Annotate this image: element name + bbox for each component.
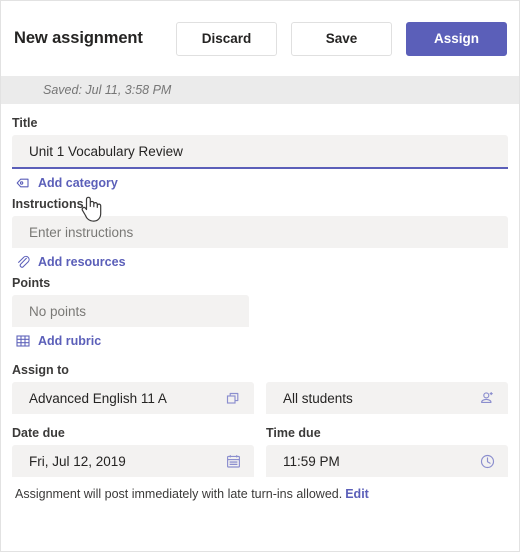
date-due-value: Fri, Jul 12, 2019 — [29, 453, 126, 469]
instructions-input[interactable]: Enter instructions — [12, 216, 508, 248]
title-input-value: Unit 1 Vocabulary Review — [29, 143, 183, 159]
add-rubric-label: Add rubric — [38, 334, 102, 348]
points-label: Points — [12, 276, 51, 290]
add-category-label: Add category — [38, 176, 118, 190]
post-schedule-note: Assignment will post immediately with la… — [12, 487, 508, 501]
assign-to-class-select[interactable]: Advanced English 11 A — [12, 382, 254, 414]
add-resources-label: Add resources — [38, 255, 126, 269]
date-due-label: Date due — [12, 426, 65, 440]
clock-icon[interactable] — [479, 453, 496, 470]
paperclip-icon — [15, 254, 31, 270]
assign-to-row: Advanced English 11 A All students — [12, 382, 508, 414]
new-assignment-panel: New assignment Discard Save Assign Saved… — [0, 0, 520, 552]
assign-to-label: Assign to — [12, 363, 69, 377]
add-person-icon[interactable] — [479, 390, 496, 407]
time-due-input[interactable]: 11:59 PM — [266, 445, 508, 477]
time-due-value: 11:59 PM — [283, 453, 340, 469]
time-due-label: Time due — [266, 426, 321, 440]
edit-schedule-link[interactable]: Edit — [345, 487, 369, 501]
add-resources-button[interactable]: Add resources — [12, 248, 508, 276]
save-button[interactable]: Save — [291, 21, 392, 56]
grid-icon — [15, 333, 31, 349]
title-input[interactable]: Unit 1 Vocabulary Review — [12, 135, 508, 169]
discard-button[interactable]: Discard — [176, 21, 277, 56]
panel-header: New assignment Discard Save Assign — [1, 1, 519, 76]
tag-icon — [15, 175, 31, 191]
add-rubric-button[interactable]: Add rubric — [12, 327, 508, 355]
copy-classes-icon[interactable] — [225, 390, 242, 407]
instructions-label: Instructions — [12, 197, 84, 211]
assign-button[interactable]: Assign — [406, 21, 507, 56]
assign-to-students-select[interactable]: All students — [266, 382, 508, 414]
page-title: New assignment — [14, 29, 143, 47]
instructions-placeholder: Enter instructions — [29, 224, 134, 240]
date-due-input[interactable]: Fri, Jul 12, 2019 — [12, 445, 254, 477]
points-placeholder: No points — [29, 303, 87, 319]
assignment-form: Title Unit 1 Vocabulary Review Add categ… — [1, 104, 519, 501]
points-input[interactable]: No points — [12, 295, 249, 327]
add-category-button[interactable]: Add category — [12, 169, 508, 197]
due-row: Date due Fri, Jul 12, 2019 Time due 11:5… — [12, 426, 508, 477]
assign-to-class-value: Advanced English 11 A — [29, 390, 167, 406]
saved-timestamp: Saved: Jul 11, 3:58 PM — [43, 83, 172, 97]
post-schedule-text: Assignment will post immediately with la… — [15, 487, 343, 501]
header-actions: Discard Save Assign — [176, 21, 507, 56]
saved-status-band: Saved: Jul 11, 3:58 PM — [1, 76, 519, 104]
calendar-icon[interactable] — [225, 453, 242, 470]
title-label: Title — [12, 116, 38, 130]
assign-to-students-value: All students — [283, 390, 353, 406]
